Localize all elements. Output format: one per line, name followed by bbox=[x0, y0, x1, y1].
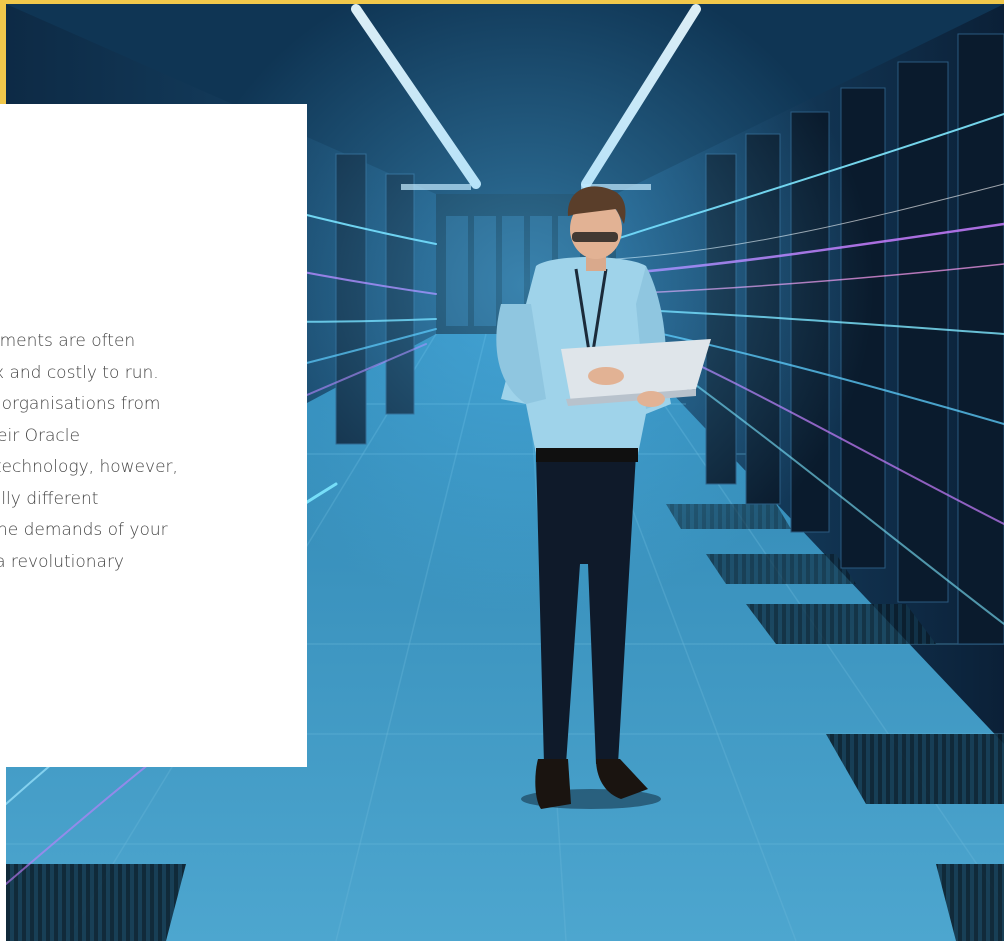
text-card: Legacy Oracle environments are often cum… bbox=[0, 104, 307, 767]
card-body-text: Legacy Oracle environments are often cum… bbox=[0, 331, 178, 572]
